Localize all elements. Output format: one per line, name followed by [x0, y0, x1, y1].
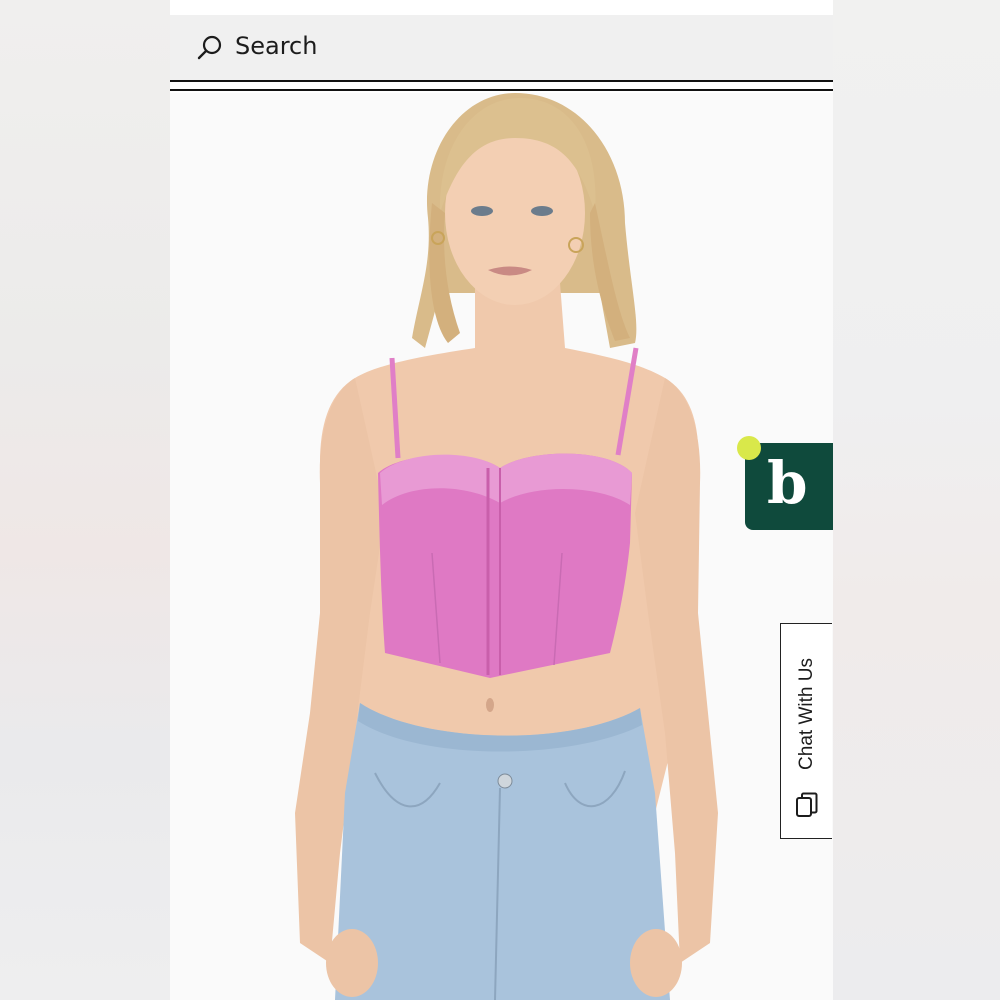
header-divider — [170, 89, 833, 91]
product-photo[interactable] — [170, 93, 833, 1000]
right-blurred-margin — [832, 0, 1000, 1000]
model-illustration — [295, 93, 718, 1000]
search-placeholder[interactable]: Search — [235, 32, 317, 60]
badge-letter: b — [767, 449, 808, 517]
b-chat-badge[interactable]: b — [745, 443, 833, 530]
app-screen: Search b Chat With Us — [170, 0, 833, 1000]
chat-copy-icon — [796, 792, 818, 817]
chat-with-us-tab[interactable]: Chat With Us — [780, 623, 832, 839]
left-blurred-margin — [0, 0, 170, 1000]
chat-label: Chat With Us — [796, 658, 817, 770]
search-bar[interactable]: Search — [170, 15, 833, 82]
search-icon — [197, 35, 222, 60]
notification-dot — [737, 436, 761, 460]
